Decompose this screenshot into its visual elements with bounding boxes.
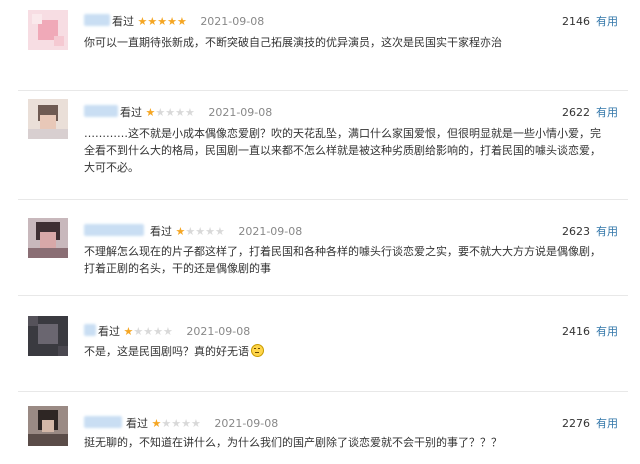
vote-number: 2623 <box>562 225 590 238</box>
watched-label: 看过 <box>126 417 148 430</box>
rating-stars: ★★★★★ <box>145 106 195 119</box>
avatar[interactable] <box>28 406 68 446</box>
vote-number: 2416 <box>562 325 590 338</box>
review-text: 挺无聊的，不知道在讲什么，为什么我们的国产剧除了谈恋爱就不会干别的事了？？？ <box>84 436 502 449</box>
review-meta: 看过 ★★★★★ 2021-09-08 <box>112 13 264 29</box>
avatar[interactable] <box>28 218 68 258</box>
useful-button[interactable]: 有用 <box>596 225 618 238</box>
review-date: 2021-09-08 <box>200 15 265 28</box>
review-text: 你可以一直期待张新成，不断突破自己拓展演技的优异演员，这次是民国实干家程亦治 <box>84 36 502 49</box>
username[interactable] <box>84 416 122 428</box>
useful-button[interactable]: 有用 <box>596 417 618 430</box>
avatar[interactable] <box>28 10 68 50</box>
review-text-body: 不是，这是民国剧吗？真的好无语 <box>84 345 249 358</box>
speechless-face-emoji-icon <box>251 344 264 357</box>
watched-label: 看过 <box>120 106 142 119</box>
review-item: 看过 ★★★★★ 2021-09-08 2622 有用 …………这不就是小成本偶像… <box>0 91 640 199</box>
useful-button[interactable]: 有用 <box>596 106 618 119</box>
vote-count: 2146 有用 <box>562 13 618 29</box>
rating-stars: ★★★★★ <box>175 225 225 238</box>
review-meta: 看过 ★★★★★ 2021-09-08 <box>150 223 302 239</box>
username[interactable] <box>84 224 144 236</box>
review-meta: 看过 ★★★★★ 2021-09-08 <box>98 323 250 339</box>
useful-button[interactable]: 有用 <box>596 325 618 338</box>
review-date: 2021-09-08 <box>208 106 273 119</box>
avatar[interactable] <box>28 316 68 356</box>
watched-label: 看过 <box>112 15 134 28</box>
username[interactable] <box>84 14 110 26</box>
rating-stars: ★★★★★ <box>151 417 201 430</box>
review-date: 2021-09-08 <box>214 417 279 430</box>
vote-number: 2276 <box>562 417 590 430</box>
review-date: 2021-09-08 <box>238 225 303 238</box>
avatar[interactable] <box>28 99 68 139</box>
review-meta: 看过 ★★★★★ 2021-09-08 <box>126 415 278 431</box>
review-text: …………这不就是小成本偶像恋爱剧？吹的天花乱坠，满口什么家国爱恨，但很明显就是一… <box>84 127 601 174</box>
vote-number: 2622 <box>562 106 590 119</box>
vote-count: 2276 有用 <box>562 415 618 431</box>
vote-number: 2146 <box>562 15 590 28</box>
review-text: 不理解怎么现在的片子都这样了，打着民国和各种各样的噱头行谈恋爱之实，要不就大大方… <box>84 245 601 275</box>
useful-button[interactable]: 有用 <box>596 15 618 28</box>
review-item: 看过 ★★★★★ 2021-09-08 2276 有用 挺无聊的，不知道在讲什么，… <box>0 392 640 464</box>
review-date: 2021-09-08 <box>186 325 251 338</box>
review-meta: 看过 ★★★★★ 2021-09-08 <box>120 104 272 120</box>
username[interactable] <box>84 324 96 336</box>
review-item: 看过 ★★★★★ 2021-09-08 2416 有用 不是，这是民国剧吗？真的好… <box>0 296 640 391</box>
username[interactable] <box>84 105 118 117</box>
vote-count: 2622 有用 <box>562 104 618 120</box>
rating-stars: ★★★★★ <box>123 325 173 338</box>
rating-stars: ★★★★★ <box>137 15 187 28</box>
vote-count: 2416 有用 <box>562 323 618 339</box>
vote-count: 2623 有用 <box>562 223 618 239</box>
watched-label: 看过 <box>98 325 120 338</box>
watched-label: 看过 <box>150 225 172 238</box>
review-item: 看过 ★★★★★ 2021-09-08 2146 有用 你可以一直期待张新成，不断… <box>0 0 640 90</box>
review-text: 不是，这是民国剧吗？真的好无语 <box>84 343 604 360</box>
review-item: 看过 ★★★★★ 2021-09-08 2623 有用 不理解怎么现在的片子都这样… <box>0 200 640 295</box>
